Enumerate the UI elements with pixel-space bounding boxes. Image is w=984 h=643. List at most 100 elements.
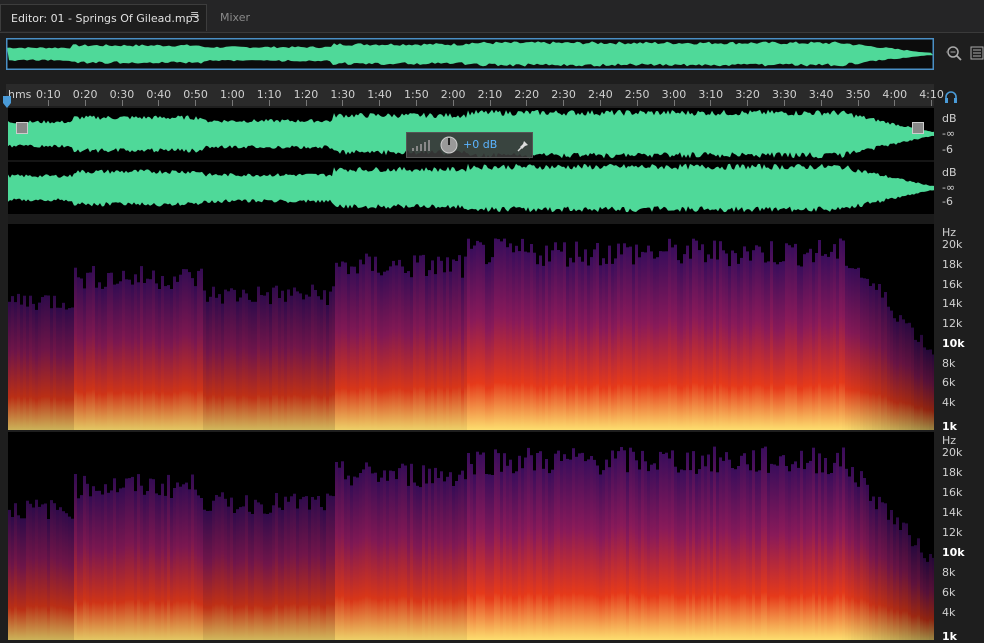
spectral-column [518, 251, 521, 430]
ruler-tick [452, 100, 454, 106]
spectral-column [500, 241, 503, 430]
tab-editor[interactable]: Editor: 01 - Springs Of Gilead.mp3 [0, 4, 207, 31]
spectral-column [794, 461, 797, 640]
overview-waveform[interactable] [6, 38, 934, 70]
spectral-column [713, 446, 716, 640]
db-unit-label-bottom: dB [942, 166, 957, 179]
spectral-column [392, 260, 395, 430]
spectral-display-right[interactable] [8, 432, 934, 640]
spectral-column [581, 452, 584, 640]
spectral-column [551, 250, 554, 430]
spectral-column [491, 475, 494, 640]
hud-volume-control[interactable]: +0 dB [406, 132, 533, 158]
spectral-column [785, 466, 788, 640]
spectral-column [188, 272, 191, 430]
spectral-column [620, 447, 623, 640]
spectral-column [437, 256, 440, 430]
spectral-column [794, 243, 797, 430]
spectral-column [62, 302, 65, 430]
spectral-column [65, 513, 68, 640]
panel-menu-icon[interactable] [970, 46, 984, 60]
spectral-column [746, 251, 749, 430]
spectral-column [653, 463, 656, 640]
spectral-column [797, 467, 800, 640]
spectral-column [782, 261, 785, 430]
spectral-column [257, 286, 260, 430]
spectral-column [617, 451, 620, 640]
spectral-column [470, 464, 473, 640]
spectral-column [548, 473, 551, 640]
spectral-column [737, 263, 740, 430]
spectral-column [830, 473, 833, 640]
spectral-column [311, 284, 314, 430]
spectral-column [284, 301, 287, 430]
spectral-column [842, 447, 845, 640]
spectral-column [191, 474, 194, 640]
spectral-column [815, 253, 818, 430]
spectral-column [647, 245, 650, 430]
spectral-column [719, 241, 722, 430]
spectral-column [803, 254, 806, 430]
tab-menu-icon[interactable]: ≡ [190, 8, 199, 21]
spectral-column [146, 491, 149, 640]
spectral-column [47, 519, 50, 640]
spectral-column [869, 286, 872, 430]
fade-in-handle[interactable] [16, 122, 28, 134]
spectral-column [185, 482, 188, 640]
spectral-column [779, 456, 782, 640]
spectral-column [248, 511, 251, 640]
db-inf-label-top: -∞ [942, 127, 956, 140]
spectral-column [863, 478, 866, 640]
spectral-column [770, 463, 773, 640]
spectral-column [674, 466, 677, 640]
spectral-column [755, 245, 758, 430]
zoom-in-magnifier-icon[interactable] [944, 44, 964, 64]
spectral-column [836, 258, 839, 430]
view-divider[interactable] [8, 214, 934, 224]
spectral-column [812, 447, 815, 640]
spectral-column [746, 464, 749, 640]
spectral-column [851, 268, 854, 430]
spectral-column [875, 509, 878, 640]
spectral-column [107, 492, 110, 640]
spectral-column [272, 287, 275, 430]
spectral-column [287, 289, 290, 430]
spectral-column [14, 302, 17, 430]
spectral-column [479, 454, 482, 640]
fade-out-handle[interactable] [912, 122, 924, 134]
ruler-tick [600, 100, 601, 106]
waveform-display[interactable] [8, 108, 934, 214]
playhead-marker-icon[interactable] [2, 96, 12, 108]
spectral-column [38, 302, 41, 430]
spectral-column [353, 266, 356, 430]
spectral-column [149, 478, 152, 640]
spectral-column [59, 507, 62, 640]
spectral-column [329, 495, 332, 640]
spectral-column [473, 474, 476, 640]
spectral-column [809, 460, 812, 640]
spectral-display-left[interactable] [8, 224, 934, 430]
tab-mixer[interactable]: Mixer [220, 4, 250, 31]
spectral-column [860, 471, 863, 640]
spectral-column [287, 501, 290, 640]
spectral-column [368, 466, 371, 640]
spectral-column [221, 303, 224, 430]
spectral-column [920, 334, 923, 430]
headphone-icon[interactable] [944, 90, 958, 104]
spectral-column [125, 279, 128, 430]
spectral-column [587, 459, 590, 640]
spectral-column [512, 473, 515, 640]
spectral-column [263, 513, 266, 640]
spectral-column [218, 294, 221, 430]
ruler-tick [673, 100, 675, 106]
spectral-column [593, 459, 596, 640]
spectral-column [431, 483, 434, 640]
spectral-column [308, 509, 311, 640]
spectral-column [452, 259, 455, 430]
time-ruler[interactable]: hms 0:10 0:20 0:30 0:40 0:50 1:00 1:10 1:20 1:30… [6, 84, 944, 106]
volume-knob-icon[interactable] [439, 135, 459, 155]
spectral-column [833, 462, 836, 640]
hz-scale-right: Hz 20k 18k 16k 14k 12k 10k 8k 6k 4k 1k [936, 432, 984, 643]
spectral-column [839, 466, 842, 640]
pin-icon[interactable] [517, 140, 529, 152]
